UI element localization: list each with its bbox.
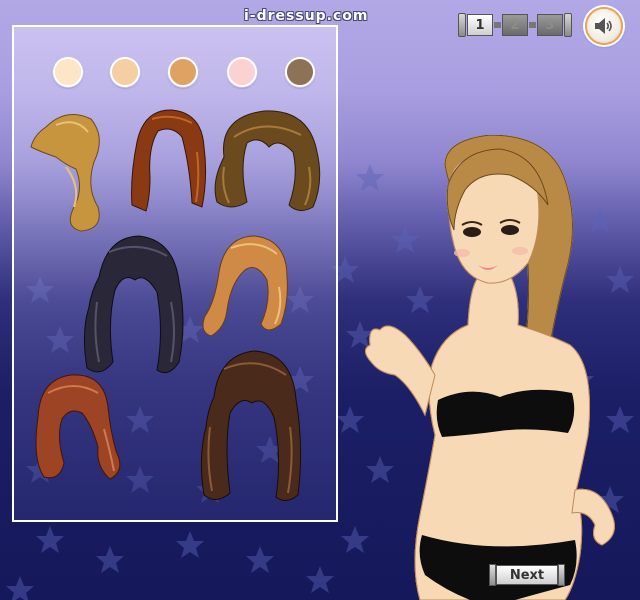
skin-swatch-pale[interactable]: [53, 57, 83, 87]
skin-swatch-tan[interactable]: [168, 57, 198, 87]
hairstyle-red-side-swept[interactable]: [26, 367, 126, 485]
page-button-1[interactable]: 1: [467, 14, 493, 36]
pager-right-cap: [564, 13, 572, 37]
skin-swatch-pink[interactable]: [227, 57, 257, 87]
dress-up-model: [365, 135, 615, 600]
hair-selection-panel: [12, 25, 338, 522]
hairstyle-dark-brown-long-waves[interactable]: [194, 347, 309, 507]
speaker-icon: [595, 18, 612, 34]
hairstyle-brown-wavy-bob[interactable]: [209, 107, 327, 217]
hairstyle-black-long-curly[interactable]: [79, 232, 189, 380]
pager-left-cap: [458, 13, 466, 37]
sound-toggle-button[interactable]: [585, 7, 623, 45]
skin-swatch-brown[interactable]: [285, 57, 315, 87]
next-button-label: Next: [496, 565, 558, 585]
site-logo[interactable]: i-dressup.com: [244, 8, 369, 24]
game-stage: i-dressup.com 1 2 3 Next: [0, 0, 640, 600]
page-button-3[interactable]: 3: [537, 14, 563, 36]
pager-connector: [529, 22, 536, 28]
pager-connector: [494, 22, 501, 28]
hairstyle-honey-side-ponytail[interactable]: [26, 107, 108, 235]
next-button[interactable]: Next: [489, 564, 565, 586]
next-button-right-cap: [558, 564, 565, 586]
hairstyle-auburn-long-straight[interactable]: [122, 107, 212, 215]
page-selector: 1 2 3: [458, 12, 572, 38]
hairstyle-caramel-medium-flip[interactable]: [197, 232, 297, 342]
skin-swatch-light[interactable]: [110, 57, 140, 87]
page-button-2[interactable]: 2: [502, 14, 528, 36]
next-button-left-cap: [489, 564, 496, 586]
